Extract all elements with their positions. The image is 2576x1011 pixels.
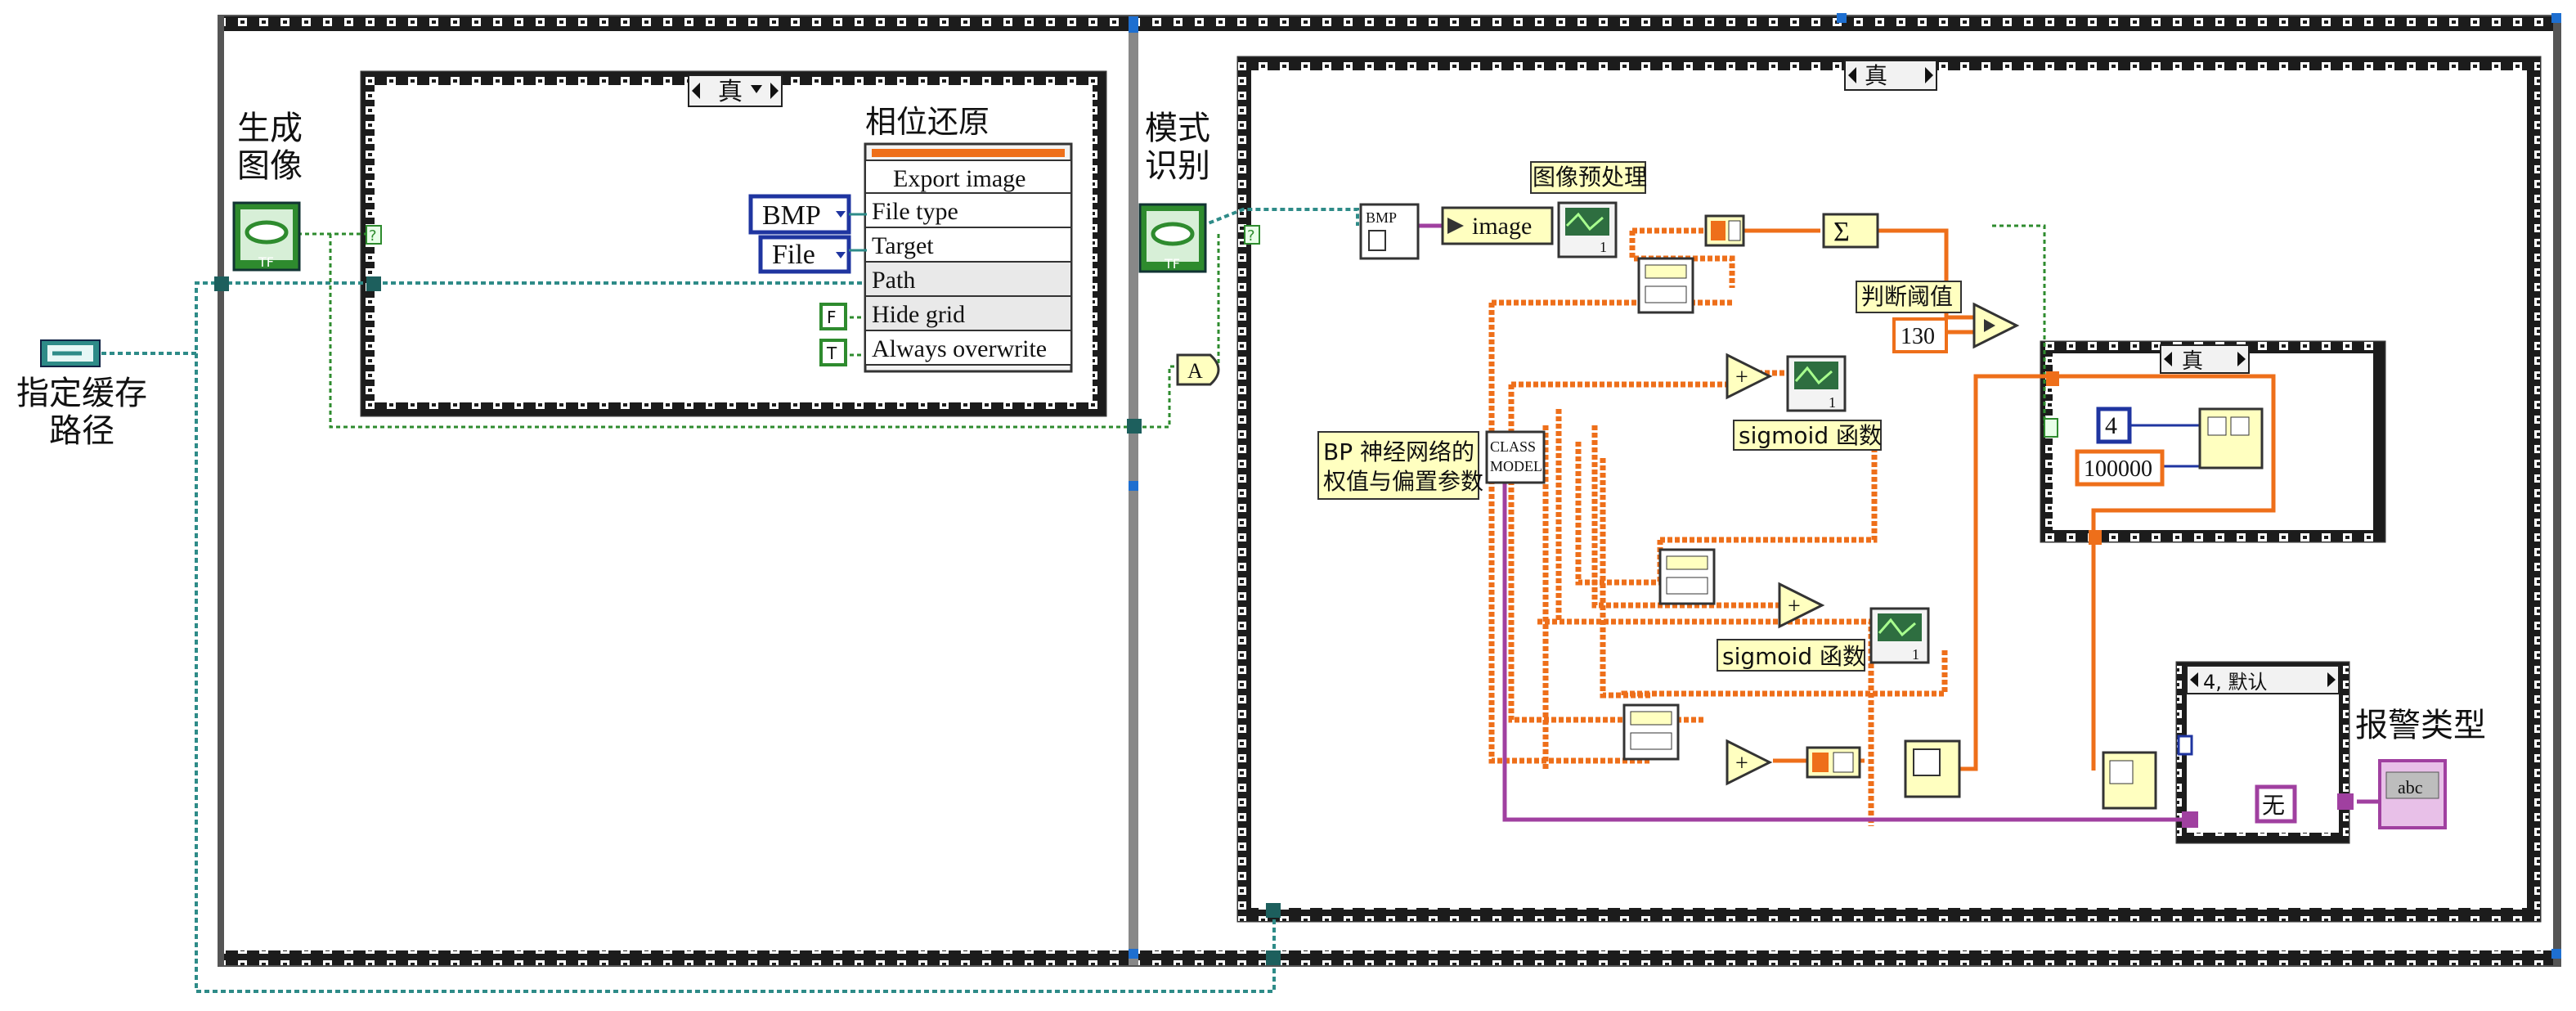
phase-restore-label: 相位还原 bbox=[865, 104, 990, 140]
transpose-node-3[interactable] bbox=[1622, 703, 1680, 761]
case-selector-inner[interactable]: 真 bbox=[2160, 344, 2250, 374]
tunnel-3 bbox=[1127, 419, 1142, 434]
svg-text:Σ: Σ bbox=[1833, 217, 1850, 247]
export-row-always-overwrite: Always overwrite bbox=[872, 335, 1047, 362]
sigmoid-subvi-1[interactable]: 1 bbox=[1786, 355, 1847, 412]
build-array-node[interactable] bbox=[2198, 407, 2264, 470]
overwrite-true-constant[interactable]: T bbox=[819, 339, 847, 366]
case-label-left: 真 bbox=[718, 78, 743, 106]
alarm-tunnel-out bbox=[2337, 793, 2354, 810]
generate-image-label-1: 生成 bbox=[237, 110, 303, 147]
case-label-inner: 真 bbox=[2182, 349, 2203, 374]
four-value: 4 bbox=[2105, 412, 2117, 439]
true-glyph: T bbox=[826, 344, 837, 363]
buffer-path-label-1: 指定缓存 bbox=[16, 375, 147, 412]
buffer-path-control[interactable] bbox=[40, 339, 101, 367]
array-max-node[interactable] bbox=[1904, 739, 1961, 798]
transpose-node-1[interactable] bbox=[1637, 257, 1694, 314]
bp-params-label-1: BP 神经网络的 bbox=[1323, 438, 1474, 465]
hundred-k-constant[interactable]: 100000 bbox=[2075, 449, 2165, 487]
alarm-selector-terminal bbox=[2177, 735, 2193, 756]
alarm-index-node[interactable] bbox=[2102, 751, 2157, 810]
case-selector-left[interactable]: 真 bbox=[688, 74, 783, 107]
sigmoid-label-1: sigmoid 函数 bbox=[1739, 422, 1882, 449]
bp-params-label-2: 权值与偏置参数 bbox=[1323, 468, 1483, 495]
sigmoid-1-one: 1 bbox=[1829, 394, 1836, 411]
preprocess-one: 1 bbox=[1600, 239, 1607, 255]
export-row-target: Target bbox=[872, 232, 934, 259]
class-model-constant[interactable]: CLASS MODEL bbox=[1485, 430, 1546, 484]
image-type-text: image bbox=[1472, 213, 1532, 240]
alarm-type-label: 报警类型 bbox=[2355, 707, 2486, 744]
hundred-k-value: 100000 bbox=[2084, 456, 2152, 482]
export-row-path: Path bbox=[872, 267, 915, 294]
alarm-type-indicator[interactable]: abc bbox=[2378, 759, 2447, 829]
pattern-recognition-button[interactable]: TF bbox=[1138, 203, 1207, 273]
bmp-read-node[interactable]: BMP bbox=[1359, 203, 1420, 260]
help-glyph-right: ? bbox=[1247, 227, 1255, 245]
abc-glyph: abc bbox=[2398, 777, 2423, 798]
image-type-node[interactable]: image bbox=[1441, 206, 1554, 245]
transpose-node-2[interactable] bbox=[1658, 548, 1716, 605]
inner-tunnel-2 bbox=[2089, 530, 2102, 545]
help-glyph-left: ? bbox=[369, 227, 377, 245]
file-enum-value: File bbox=[772, 240, 815, 270]
alarm-tunnel-in bbox=[2182, 811, 2198, 828]
hide-grid-false-constant[interactable]: F bbox=[819, 303, 847, 330]
svg-text:+: + bbox=[1735, 365, 1748, 390]
case-selector-right[interactable]: 真 bbox=[1844, 60, 1937, 91]
threshold-value: 130 bbox=[1901, 324, 1935, 349]
svg-text:+: + bbox=[1735, 751, 1748, 776]
case-selector-default[interactable]: 4, 默认 bbox=[2186, 665, 2340, 694]
none-value: 无 bbox=[2262, 792, 2285, 819]
generate-image-label-2: 图像 bbox=[237, 147, 303, 185]
case-label-right: 真 bbox=[1865, 62, 1887, 89]
class-model-text-1: CLASS bbox=[1490, 438, 1536, 455]
tf-glyph-2: TF bbox=[1164, 256, 1180, 272]
class-model-text-2: MODEL bbox=[1490, 458, 1542, 474]
index-array-node-top[interactable] bbox=[1704, 214, 1745, 247]
four-constant[interactable]: 4 bbox=[2096, 407, 2132, 444]
case-label-default: 4, 默认 bbox=[2203, 671, 2268, 694]
a-glyph: A bbox=[1187, 359, 1203, 383]
buffer-path-label-2: 路径 bbox=[49, 412, 114, 450]
export-image-node[interactable]: Export image File type Target Path Hide … bbox=[864, 142, 1073, 373]
a-node[interactable]: A bbox=[1176, 353, 1220, 386]
sigmoid-subvi-2[interactable]: 1 bbox=[1869, 607, 1930, 664]
generate-image-button[interactable]: TF bbox=[232, 201, 301, 272]
false-glyph: F bbox=[827, 308, 837, 327]
threshold-constant[interactable]: 130 bbox=[1892, 317, 1948, 353]
sum-node[interactable]: Σ bbox=[1822, 213, 1879, 249]
sigmoid-2-one: 1 bbox=[1912, 646, 1919, 663]
tf-glyph-1: TF bbox=[258, 254, 274, 270]
preprocess-label: 图像预处理 bbox=[1533, 164, 1647, 191]
bmp-read-text: BMP bbox=[1366, 209, 1397, 226]
pattern-recognition-label-2: 识别 bbox=[1145, 147, 1210, 185]
preprocess-subvi[interactable]: 1 bbox=[1557, 201, 1618, 258]
threshold-label: 判断阈值 bbox=[1861, 283, 1953, 310]
svg-text:+: + bbox=[1788, 594, 1801, 619]
tunnel-1 bbox=[214, 276, 229, 291]
tunnel-5 bbox=[1266, 950, 1281, 965]
bmp-enum-constant[interactable]: BMP bbox=[748, 194, 851, 235]
none-string-constant[interactable]: 无 bbox=[2255, 784, 2297, 824]
inner-tunnel-1 bbox=[2046, 371, 2059, 386]
file-enum-constant[interactable]: File bbox=[758, 235, 851, 274]
export-row-file-type: File type bbox=[872, 198, 958, 225]
block-diagram: 真 真 真 4, 默认 指定缓存 路径 生成 图像 TF ? 相位还原 Expo… bbox=[16, 13, 2561, 993]
sigmoid-label-2: sigmoid 函数 bbox=[1722, 643, 1865, 670]
tunnel-2 bbox=[366, 276, 381, 291]
export-row-hide-grid: Hide grid bbox=[872, 301, 965, 328]
bmp-enum-value: BMP bbox=[762, 200, 821, 231]
pattern-recognition-label-1: 模式 bbox=[1145, 110, 1210, 147]
tunnel-4 bbox=[1266, 903, 1281, 918]
inner-selector-terminal bbox=[2044, 418, 2058, 438]
index-array-node-bottom[interactable] bbox=[1806, 746, 1861, 779]
export-image-title: Export image bbox=[893, 165, 1025, 192]
